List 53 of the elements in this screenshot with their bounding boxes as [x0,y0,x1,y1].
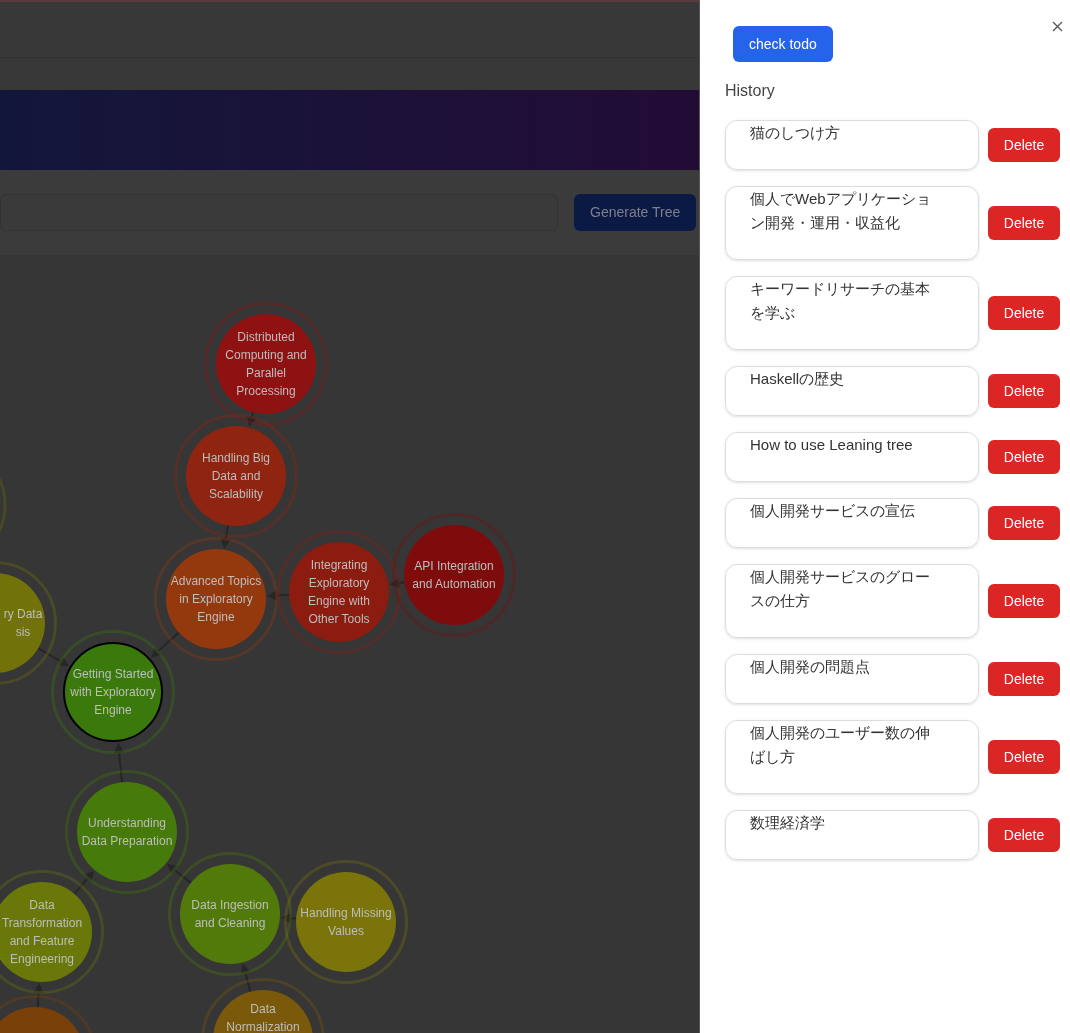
delete-button[interactable]: Delete [988,128,1060,162]
edge-arrow [114,742,125,784]
node-label: Data Transformation and Feature Engineering [0,897,84,968]
history-entry[interactable]: How to use Leaning tree [725,432,979,482]
tree-node[interactable]: Data Transformation and Feature Engineering [0,870,104,994]
history-entry[interactable]: 個人開発サービスのグロースの仕方 [725,564,979,638]
edge-arrow [240,963,252,993]
history-entry[interactable]: 個人でWebアプリケーション開発・運用・収益化 [725,186,979,260]
delete-button[interactable]: Delete [988,206,1060,240]
delete-button[interactable]: Delete [988,740,1060,774]
node-label: Understanding Data Preparation [80,815,174,850]
tree-node[interactable]: Understanding Data Preparation [65,770,189,894]
check-todo-button[interactable]: check todo [733,26,833,62]
node-label: Handling Big Data and Scalability [200,450,271,503]
tree-node[interactable]: Handling Big Data and Scalability [174,414,298,538]
delete-button[interactable]: Delete [988,662,1060,696]
history-entry[interactable]: Haskellの歴史 [725,366,979,416]
history-entry[interactable]: キーワードリサーチの基本を学ぶ [725,276,979,350]
history-entry[interactable]: 個人開発の問題点 [725,654,979,704]
node-label: Handling Missing Values [299,905,393,940]
tree-node[interactable]: Handling Missing Values [284,860,408,984]
history-entry[interactable]: 数理経済学 [725,810,979,860]
tree-node[interactable]: Distributed Computing and Parallel Processing [204,302,328,426]
tree-node[interactable]: Data Normalization [201,978,325,1033]
delete-button[interactable]: Delete [988,296,1060,330]
history-entry[interactable]: 個人開発のユーザー数の伸ばし方 [725,720,979,794]
generate-tree-button[interactable]: Generate Tree [574,194,697,231]
edge-arrow [73,870,94,895]
delete-button[interactable]: Delete [988,818,1060,852]
delete-button[interactable]: Delete [988,440,1060,474]
history-entry[interactable]: 個人開発サービスの宣伝 [725,498,979,548]
node-label: API Integration and Automation [411,558,497,593]
edge-arrow [150,631,180,658]
node-label: Distributed Computing and Parallel Processing [224,329,308,400]
node-label: Data Ingestion and Cleaning [190,897,270,932]
tree-node[interactable]: Integrating Exploratory Engine with Other Tools [277,530,401,654]
node-label: Advanced Topics in Exploratory Engine [169,573,263,626]
edge-arrow [166,863,192,884]
node-label: Data Normalization [225,1001,301,1033]
history-entry[interactable]: 猫のしつけ方 [725,120,979,170]
tree-node[interactable]: ry Data sis [0,561,57,685]
node-label: ry Data sis [2,606,44,641]
delete-button[interactable]: Delete [988,374,1060,408]
tree-node[interactable]: API Integration and Automation [392,513,516,637]
tree-node[interactable]: Getting Started with Exploratory Engine [51,630,175,754]
node-label: Integrating Exploratory Engine with Other Tools [306,557,371,628]
delete-button[interactable]: Delete [988,584,1060,618]
edge-arrow [37,647,69,667]
history-heading: History [725,81,776,101]
tree-node[interactable]: Data Ingestion and Cleaning [168,852,292,976]
node-label: Getting Started with Exploratory Engine [69,666,157,719]
tree-node[interactable]: Advanced Topics in Exploratory Engine [154,537,278,661]
delete-button[interactable]: Delete [988,506,1060,540]
